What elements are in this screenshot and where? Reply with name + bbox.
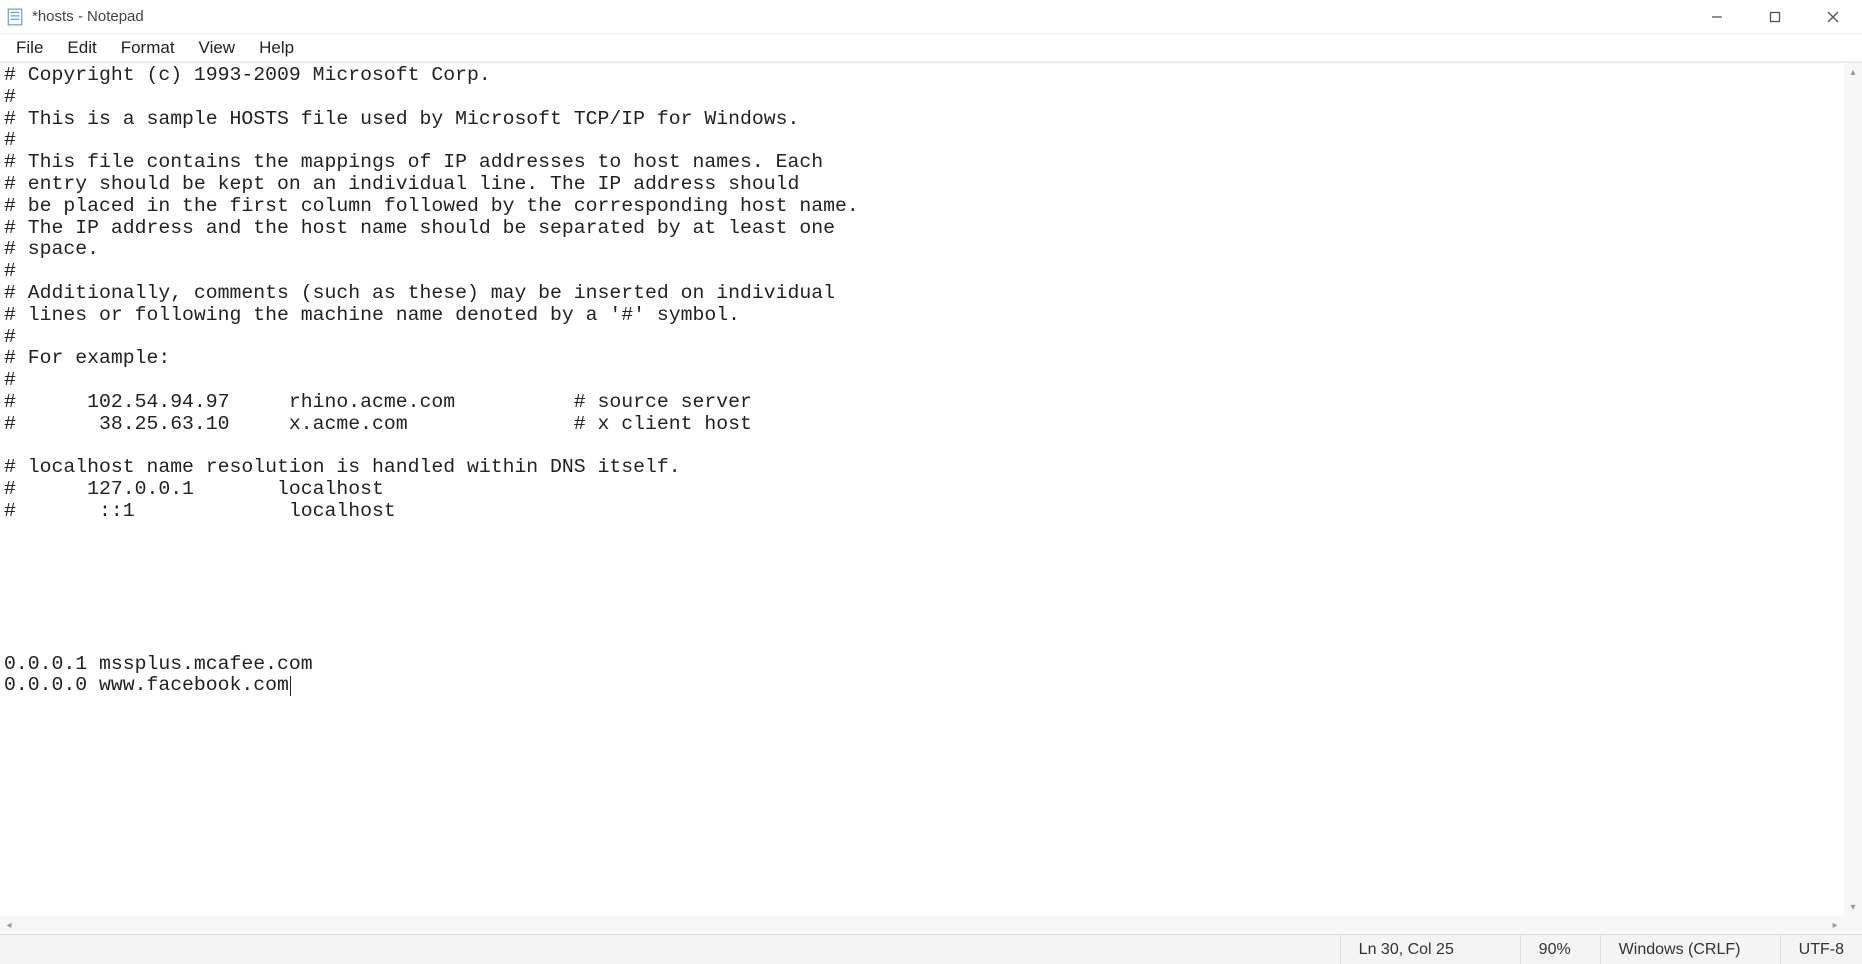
menu-bar: File Edit Format View Help xyxy=(0,34,1862,62)
status-spacer xyxy=(0,935,1340,964)
status-line-ending: Windows (CRLF) xyxy=(1600,935,1780,964)
scroll-left-icon[interactable]: ◂ xyxy=(0,916,18,934)
menu-view[interactable]: View xyxy=(187,36,248,60)
status-zoom: 90% xyxy=(1520,935,1600,964)
maximize-button[interactable] xyxy=(1746,0,1804,33)
scroll-right-icon[interactable]: ▸ xyxy=(1826,916,1844,934)
close-button[interactable] xyxy=(1804,0,1862,33)
menu-help[interactable]: Help xyxy=(247,36,306,60)
text-editor[interactable]: # Copyright (c) 1993-2009 Microsoft Corp… xyxy=(0,63,1862,934)
menu-format[interactable]: Format xyxy=(109,36,187,60)
scroll-up-icon[interactable]: ▴ xyxy=(1844,63,1862,81)
minimize-button[interactable] xyxy=(1688,0,1746,33)
window-title: *hosts - Notepad xyxy=(32,8,144,25)
editor-wrap: # Copyright (c) 1993-2009 Microsoft Corp… xyxy=(0,62,1862,934)
status-cursor-position: Ln 30, Col 25 xyxy=(1340,935,1520,964)
notepad-icon xyxy=(6,8,24,26)
horizontal-scrollbar[interactable]: ◂ ▸ xyxy=(0,916,1844,934)
scrollbar-corner xyxy=(1844,916,1862,934)
vertical-scrollbar[interactable]: ▴ ▾ xyxy=(1844,63,1862,916)
menu-edit[interactable]: Edit xyxy=(55,36,108,60)
status-bar: Ln 30, Col 25 90% Windows (CRLF) UTF-8 xyxy=(0,934,1862,964)
title-bar: *hosts - Notepad xyxy=(0,0,1862,34)
window-controls xyxy=(1688,0,1862,33)
scroll-down-icon[interactable]: ▾ xyxy=(1844,898,1862,916)
status-encoding: UTF-8 xyxy=(1780,935,1862,964)
menu-file[interactable]: File xyxy=(4,36,55,60)
